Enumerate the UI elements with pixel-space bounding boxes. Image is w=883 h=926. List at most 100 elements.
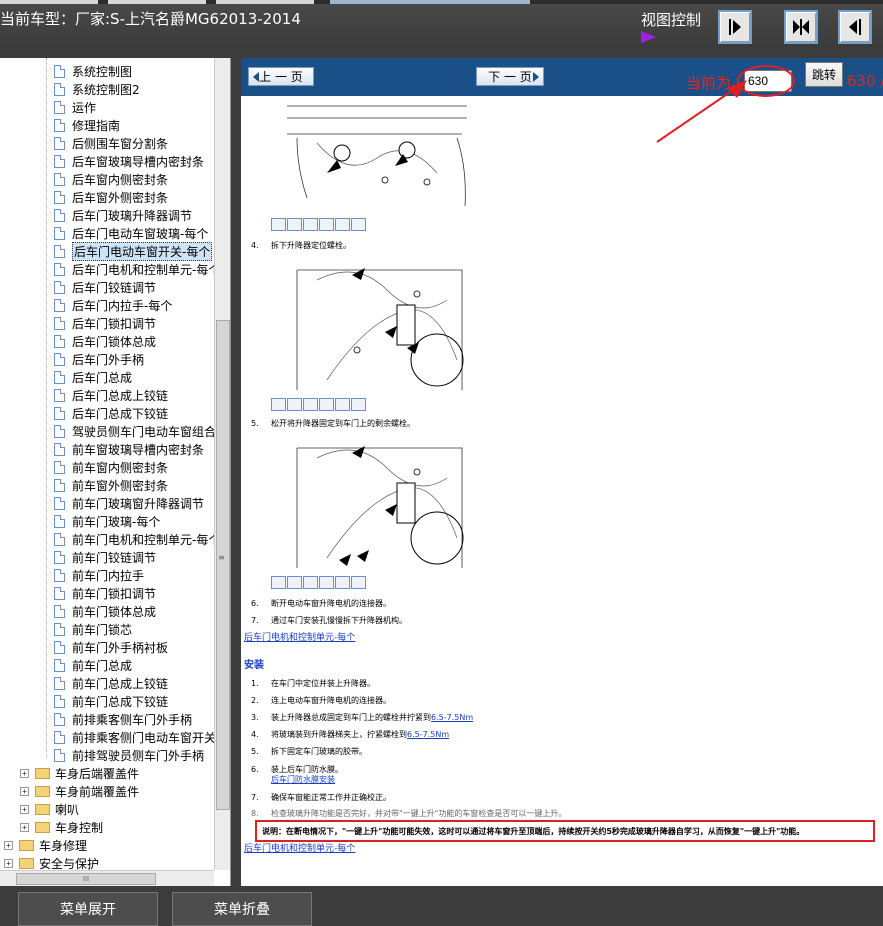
tree-vertical-scrollbar[interactable]: ≡ bbox=[214, 58, 230, 870]
tree-folder-item[interactable]: + 车身后端覆盖件 bbox=[20, 764, 139, 782]
tree-doc-item[interactable]: 前车窗内侧密封条 bbox=[54, 458, 168, 476]
expand-plus-icon[interactable]: + bbox=[4, 858, 13, 868]
tree-doc-item[interactable]: 前车窗外侧密封条 bbox=[54, 476, 168, 494]
tree-doc-item[interactable]: 前排驾驶员侧车门外手柄 bbox=[54, 746, 204, 764]
tree-doc-item[interactable]: 修理指南 bbox=[54, 116, 120, 134]
tree-doc-item[interactable]: 前车门电机和控制单元-每个 bbox=[54, 530, 220, 548]
tree-doc-item[interactable]: 运作 bbox=[54, 98, 96, 116]
pan-icon[interactable] bbox=[271, 576, 286, 589]
zoom-in-icon[interactable] bbox=[287, 398, 302, 411]
waterproof-link[interactable]: 后车门防水膜安装 bbox=[271, 774, 335, 785]
tree-doc-item[interactable]: 前车窗玻璃导槽内密封条 bbox=[54, 440, 204, 458]
tree-doc-item[interactable]: 前车门总成上铰链 bbox=[54, 674, 168, 692]
home-icon[interactable] bbox=[319, 218, 334, 231]
tree-doc-item[interactable]: 前车门玻璃窗升降器调节 bbox=[54, 494, 204, 512]
tree-doc-item[interactable]: 后车门玻璃升降器调节 bbox=[54, 206, 192, 224]
tree-item-label: 车身控制 bbox=[55, 820, 104, 835]
expand-plus-icon[interactable]: + bbox=[4, 840, 13, 850]
document-icon bbox=[54, 298, 65, 312]
tree-doc-item[interactable]: 前车门锁体总成 bbox=[54, 602, 156, 620]
document-icon bbox=[54, 586, 65, 600]
torque-link[interactable]: 6.5-7.5Nm bbox=[407, 730, 449, 739]
tree-scroll-thumb[interactable] bbox=[216, 320, 230, 810]
expand-plus-icon[interactable]: + bbox=[20, 822, 29, 832]
tree-doc-item[interactable]: 系统控制图 bbox=[54, 62, 132, 80]
tree-doc-item[interactable]: 驾驶员侧车门电动车窗组合 bbox=[54, 422, 216, 440]
zoom-out-icon[interactable] bbox=[303, 398, 318, 411]
figure-toolbar[interactable] bbox=[271, 398, 367, 411]
tree-doc-item[interactable]: 前车门内拉手 bbox=[54, 566, 144, 584]
tree-doc-item[interactable]: 前车门锁芯 bbox=[54, 620, 132, 638]
tree-doc-item[interactable]: 前排乘客侧车门外手柄 bbox=[54, 710, 192, 728]
zoom-out-icon[interactable] bbox=[303, 218, 318, 231]
related-link[interactable]: 后车门电机和控制单元-每个 bbox=[244, 630, 355, 643]
step-item: 6. 断开电动车窗升降电机的连接器。 bbox=[251, 599, 391, 608]
document-icon bbox=[54, 352, 65, 366]
tree-doc-item[interactable]: 后车门总成下铰链 bbox=[54, 404, 168, 422]
tree-folder-item[interactable]: + 喇叭 bbox=[20, 800, 79, 818]
tree-doc-item[interactable]: 后车门电动车窗玻璃-每个 bbox=[54, 224, 208, 242]
tree-doc-item[interactable]: 后车门总成上铰链 bbox=[54, 386, 168, 404]
tree-item-label: 系统控制图 bbox=[72, 64, 133, 79]
zoom-in-icon[interactable] bbox=[287, 576, 302, 589]
home-icon[interactable] bbox=[319, 576, 334, 589]
window-icon[interactable] bbox=[351, 218, 366, 231]
tree-doc-item[interactable]: 前车门锁扣调节 bbox=[54, 584, 156, 602]
camera-icon[interactable] bbox=[335, 398, 350, 411]
tree-doc-item[interactable]: 后车门总成 bbox=[54, 368, 132, 386]
tree-item-label: 后车门总成 bbox=[72, 370, 133, 385]
pan-icon[interactable] bbox=[271, 218, 286, 231]
related-link[interactable]: 后车门电机和控制单元-每个 bbox=[244, 841, 355, 854]
tree-doc-item[interactable]: 前车门铰链调节 bbox=[54, 548, 156, 566]
window-icon[interactable] bbox=[351, 576, 366, 589]
tree-doc-item[interactable]: 后车窗玻璃导槽内密封条 bbox=[54, 152, 204, 170]
tree-doc-item[interactable]: 后车窗内侧密封条 bbox=[54, 170, 168, 188]
expand-plus-icon[interactable]: + bbox=[20, 768, 29, 778]
home-icon[interactable] bbox=[319, 398, 334, 411]
tree-doc-item[interactable]: 后车门电动车窗开关-每个 bbox=[54, 241, 213, 261]
window-icon[interactable] bbox=[351, 398, 366, 411]
camera-icon[interactable] bbox=[335, 218, 350, 231]
tree-hscroll-thumb[interactable]: III bbox=[16, 873, 156, 885]
camera-icon[interactable] bbox=[335, 576, 350, 589]
torque-link[interactable]: 6.5-7.5Nm bbox=[431, 713, 473, 722]
tree-doc-item[interactable]: 系统控制图2 bbox=[54, 80, 140, 98]
tree-doc-item[interactable]: 后车门电机和控制单元-每个 bbox=[54, 260, 220, 278]
zoom-in-icon[interactable] bbox=[287, 218, 302, 231]
pan-icon[interactable] bbox=[271, 398, 286, 411]
tree-doc-item[interactable]: 前排乘客侧门电动车窗开关 bbox=[54, 728, 216, 746]
tree-doc-item[interactable]: 前车门总成下铰链 bbox=[54, 692, 168, 710]
document-icon bbox=[54, 118, 65, 132]
split-view-toggle-button[interactable] bbox=[784, 10, 818, 44]
expand-menu-button[interactable]: 菜单展开 bbox=[18, 892, 158, 926]
document-icon bbox=[54, 604, 65, 618]
zoom-out-icon[interactable] bbox=[303, 576, 318, 589]
tree-folder-item[interactable]: + 车身控制 bbox=[20, 818, 103, 836]
tree-doc-item[interactable]: 后车门外手柄 bbox=[54, 350, 144, 368]
collapse-menu-button[interactable]: 菜单折叠 bbox=[172, 892, 312, 926]
tree-doc-item[interactable]: 前车门外手柄衬板 bbox=[54, 638, 168, 656]
tree-folder-item[interactable]: + 车身修理 bbox=[4, 836, 87, 854]
tree-doc-item[interactable]: 后车门锁体总成 bbox=[54, 332, 156, 350]
tree-doc-item[interactable]: 前车门玻璃-每个 bbox=[54, 512, 160, 530]
tree-doc-item[interactable]: 前车门总成 bbox=[54, 656, 132, 674]
install-step: 3. 装上升降器总成固定到车门上的螺栓并拧紧到6.5-7.5Nm bbox=[251, 713, 474, 722]
step-item: 7. 通过车门安装孔慢慢拆下升降器机构。 bbox=[251, 616, 407, 625]
left-panel-toggle-button[interactable] bbox=[838, 10, 872, 44]
tree-doc-item[interactable]: 后车门锁扣调节 bbox=[54, 314, 156, 332]
tree-item-label: 前排乘客侧门电动车窗开关 bbox=[72, 730, 217, 745]
expand-plus-icon[interactable]: + bbox=[20, 786, 29, 796]
tree-doc-item[interactable]: 后侧围车窗分割条 bbox=[54, 134, 168, 152]
tree-doc-item[interactable]: 后车门铰链调节 bbox=[54, 278, 156, 296]
tree-item-label: 前车窗玻璃导槽内密封条 bbox=[72, 442, 205, 457]
tree-doc-item[interactable]: 后车窗外侧密封条 bbox=[54, 188, 168, 206]
expand-plus-icon[interactable]: + bbox=[20, 804, 29, 814]
tree-doc-item[interactable]: 后车门内拉手-每个 bbox=[54, 296, 172, 314]
right-panel-toggle-button[interactable] bbox=[718, 10, 752, 44]
tree-folder-item[interactable]: + 车身前端覆盖件 bbox=[20, 782, 139, 800]
play-icon[interactable] bbox=[641, 31, 656, 43]
figure-toolbar[interactable] bbox=[271, 218, 367, 231]
figure-toolbar[interactable] bbox=[271, 576, 367, 589]
document-icon bbox=[54, 100, 65, 114]
tree-horizontal-scrollbar[interactable]: III bbox=[0, 870, 214, 886]
